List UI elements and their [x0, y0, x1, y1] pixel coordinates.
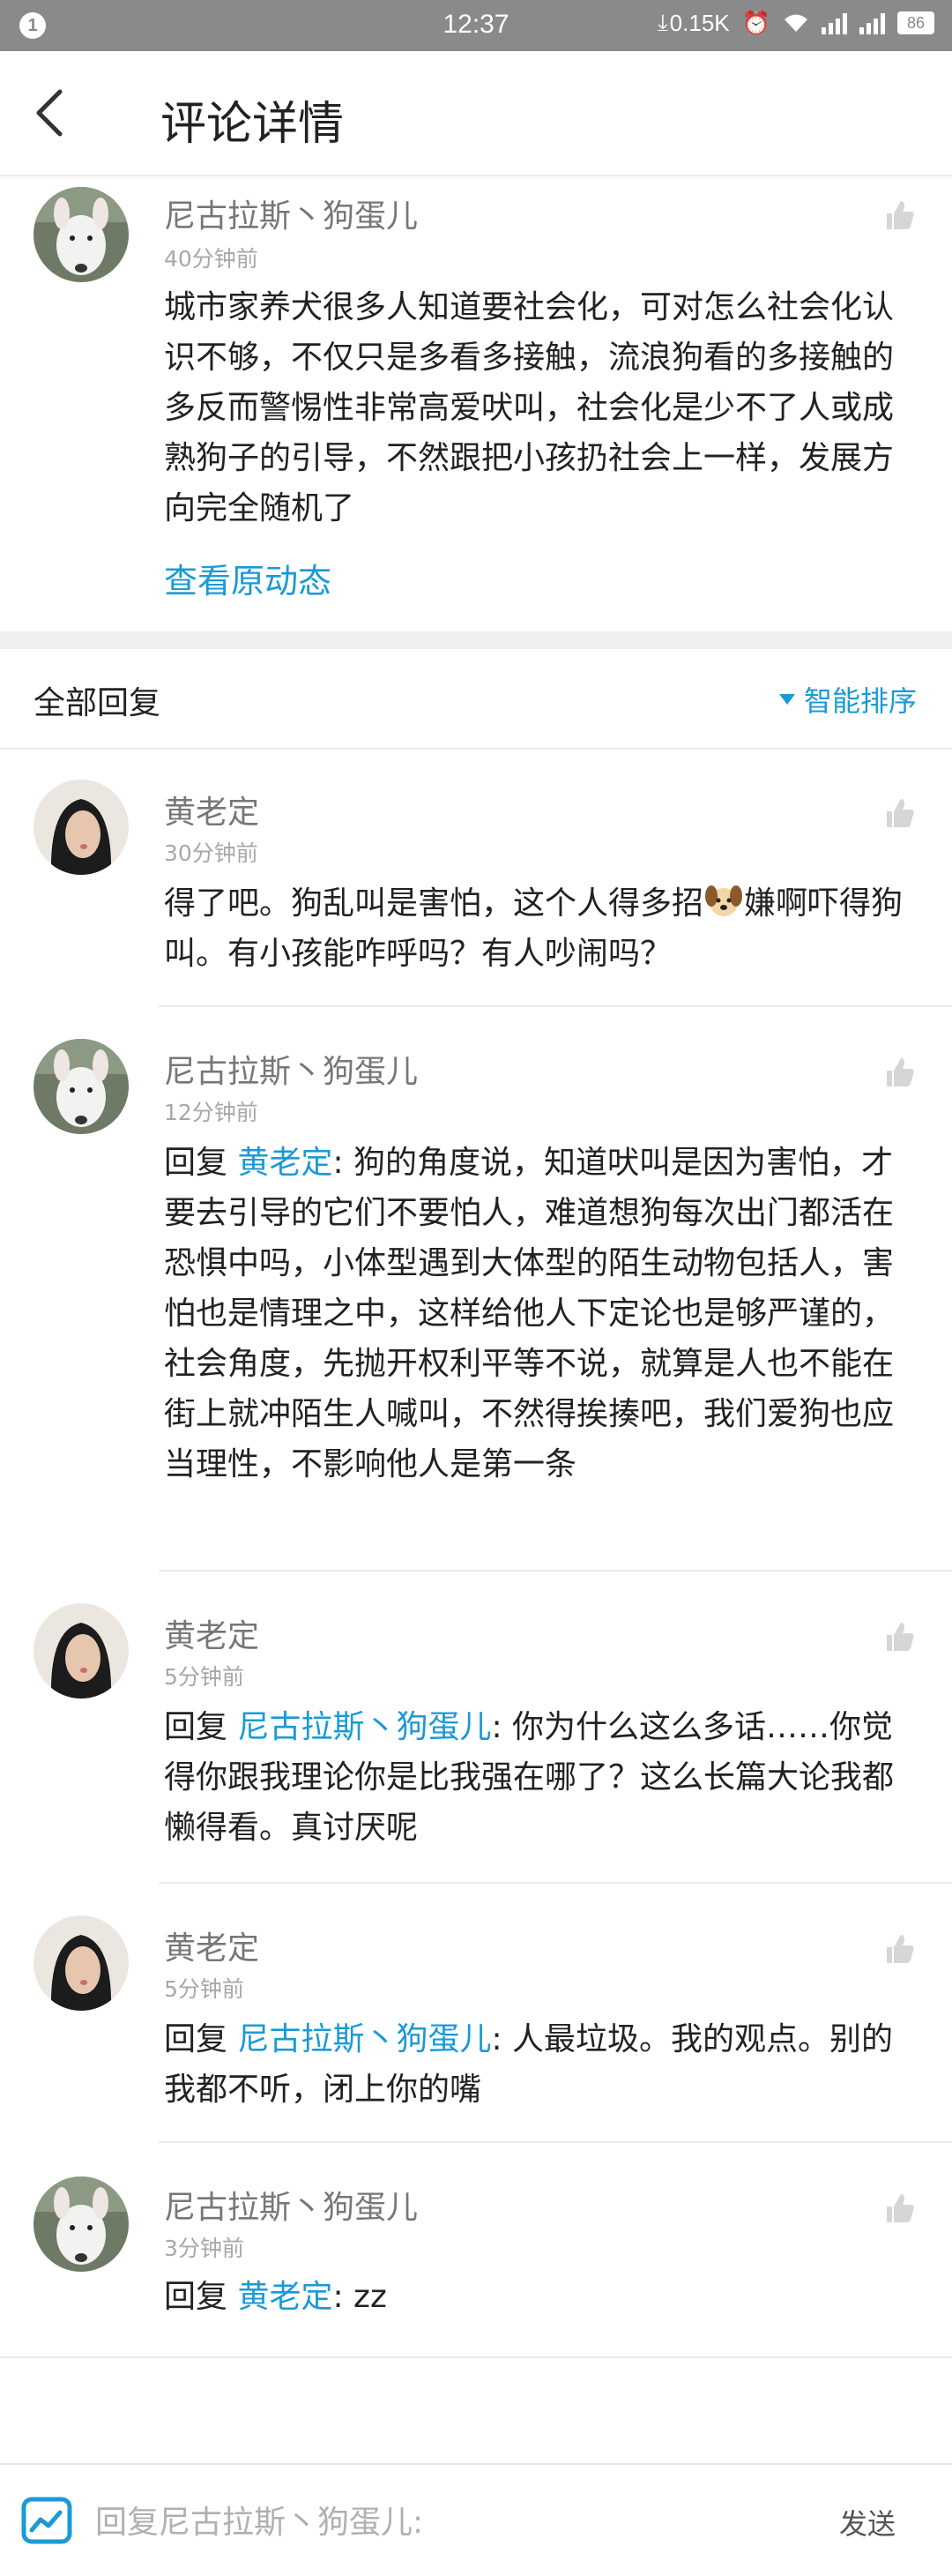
reply-time: 30分钟前: [164, 840, 258, 866]
reply-time: 5分钟前: [164, 1976, 244, 2002]
avatar[interactable]: [33, 780, 129, 875]
dropdown-triangle-icon: [778, 694, 795, 705]
sort-label: 智能排序: [803, 684, 917, 718]
status-icons: ⤓ 0.15K ⏰ 86: [658, 9, 934, 37]
reply-prefix: 回复: [164, 2279, 238, 2315]
dog-avatar-icon: [33, 187, 129, 282]
reply-text: 回复 黄老定: 狗的角度说，知道吠叫是因为害怕，才要去引导的它们不要怕人，难道想…: [164, 1138, 913, 1490]
alarm-icon: ⏰: [741, 9, 770, 36]
comment-text: 城市家养犬很多人知道要社会化，可对怎么社会化认识不够，不仅只是多看多接触，流浪狗…: [164, 289, 895, 526]
replies-header: 全部回复 智能排序: [0, 649, 952, 750]
woman-avatar-icon: [33, 1603, 129, 1699]
status-bar: 1 12:37 ⤓ 0.15K ⏰ 86: [0, 0, 952, 51]
signal-icon: [822, 11, 847, 34]
reply-body: : zz: [332, 2279, 387, 2315]
mention-link[interactable]: 黄老定: [237, 1145, 332, 1181]
reply-prefix: 回复: [164, 1709, 238, 1745]
back-icon[interactable]: [26, 85, 79, 141]
reply-input[interactable]: [95, 2500, 765, 2544]
reply-author[interactable]: 尼古拉斯丶狗蛋儿: [164, 2182, 418, 2228]
battery-icon: 86: [897, 11, 934, 34]
avatar[interactable]: [33, 187, 129, 282]
chart-post-icon[interactable]: [21, 2497, 72, 2544]
signal-icon-2: [859, 11, 885, 34]
reply-author[interactable]: 黄老定: [164, 787, 259, 833]
reply-text: 回复 尼古拉斯丶狗蛋儿: 人最垃圾。我的观点。别的我都不听，闭上你的嘴: [164, 2014, 913, 2115]
replies-title: 全部回复: [33, 685, 161, 721]
page-title: 评论详情: [160, 98, 345, 151]
reply-time: 5分钟前: [164, 1664, 244, 1690]
mention-link[interactable]: 尼古拉斯丶狗蛋儿: [237, 1709, 491, 1745]
divider: [159, 1882, 952, 1884]
reply-text: 得了吧。狗乱叫是害怕，这个人得多招 嫌啊吓得狗叫。有小孩能咋呼吗？有人吵闹吗？: [164, 878, 913, 979]
reply-author[interactable]: 黄老定: [164, 1610, 259, 1656]
reply-text: 回复 尼古拉斯丶狗蛋儿: 你为什么这么多话……你觉得你跟我理论你是比我强在哪了？…: [164, 1702, 913, 1853]
thumbs-up-icon[interactable]: [881, 2191, 917, 2226]
title-bar: 评论详情: [0, 51, 952, 175]
woman-avatar-icon: [33, 780, 129, 875]
woman-avatar-icon: [33, 1915, 129, 2011]
divider: [159, 2141, 952, 2143]
thumbs-up-icon[interactable]: [881, 1055, 917, 1090]
mention-link[interactable]: 黄老定: [237, 2279, 332, 2315]
send-button[interactable]: 发送: [839, 2502, 896, 2542]
thumbs-up-icon[interactable]: [881, 1931, 917, 1967]
dog-avatar-icon: [33, 1039, 129, 1134]
reply-text-part: 得了吧。狗乱叫是害怕，这个人得多招: [164, 885, 704, 922]
reply-author[interactable]: 黄老定: [164, 1923, 259, 1968]
comment-time: 40分钟前: [164, 246, 258, 272]
reply-prefix: 回复: [164, 2021, 238, 2057]
avatar[interactable]: [33, 1039, 129, 1134]
thumbs-up-icon[interactable]: [881, 1619, 917, 1654]
avatar[interactable]: [33, 2177, 129, 2272]
divider: [159, 1005, 952, 1007]
avatar[interactable]: [33, 1915, 129, 2011]
reply-text: 回复 黄老定: zz: [164, 2272, 913, 2322]
reply-time: 3分钟前: [164, 2236, 244, 2261]
reply-time: 12分钟前: [164, 1100, 258, 1125]
reply-prefix: 回复: [164, 1145, 238, 1181]
reply-body: : 狗的角度说，知道吠叫是因为害怕，才要去引导的它们不要怕人，难道想狗每次出门都…: [164, 1145, 895, 1482]
reply-bar: 发送: [0, 2463, 952, 2576]
section-divider: [0, 631, 952, 649]
avatar[interactable]: [33, 1603, 129, 1699]
view-original-link[interactable]: 查看原动态: [164, 554, 331, 602]
dog-emoji-icon: [703, 880, 744, 921]
reply-author[interactable]: 尼古拉斯丶狗蛋儿: [164, 1046, 418, 1092]
mention-link[interactable]: 尼古拉斯丶狗蛋儿: [237, 2021, 491, 2057]
comment-author[interactable]: 尼古拉斯丶狗蛋儿: [164, 190, 418, 236]
thumbs-up-icon[interactable]: [881, 198, 917, 233]
divider: [159, 1570, 952, 1572]
wifi-icon: [785, 14, 807, 32]
dog-avatar-icon: [33, 2177, 129, 2272]
download-icon: ⤓: [658, 9, 668, 35]
sort-button[interactable]: 智能排序: [778, 679, 917, 720]
thumbs-up-icon[interactable]: [881, 795, 917, 831]
net-speed: 0.15K: [669, 9, 730, 36]
list-end-divider: [0, 2356, 952, 2358]
